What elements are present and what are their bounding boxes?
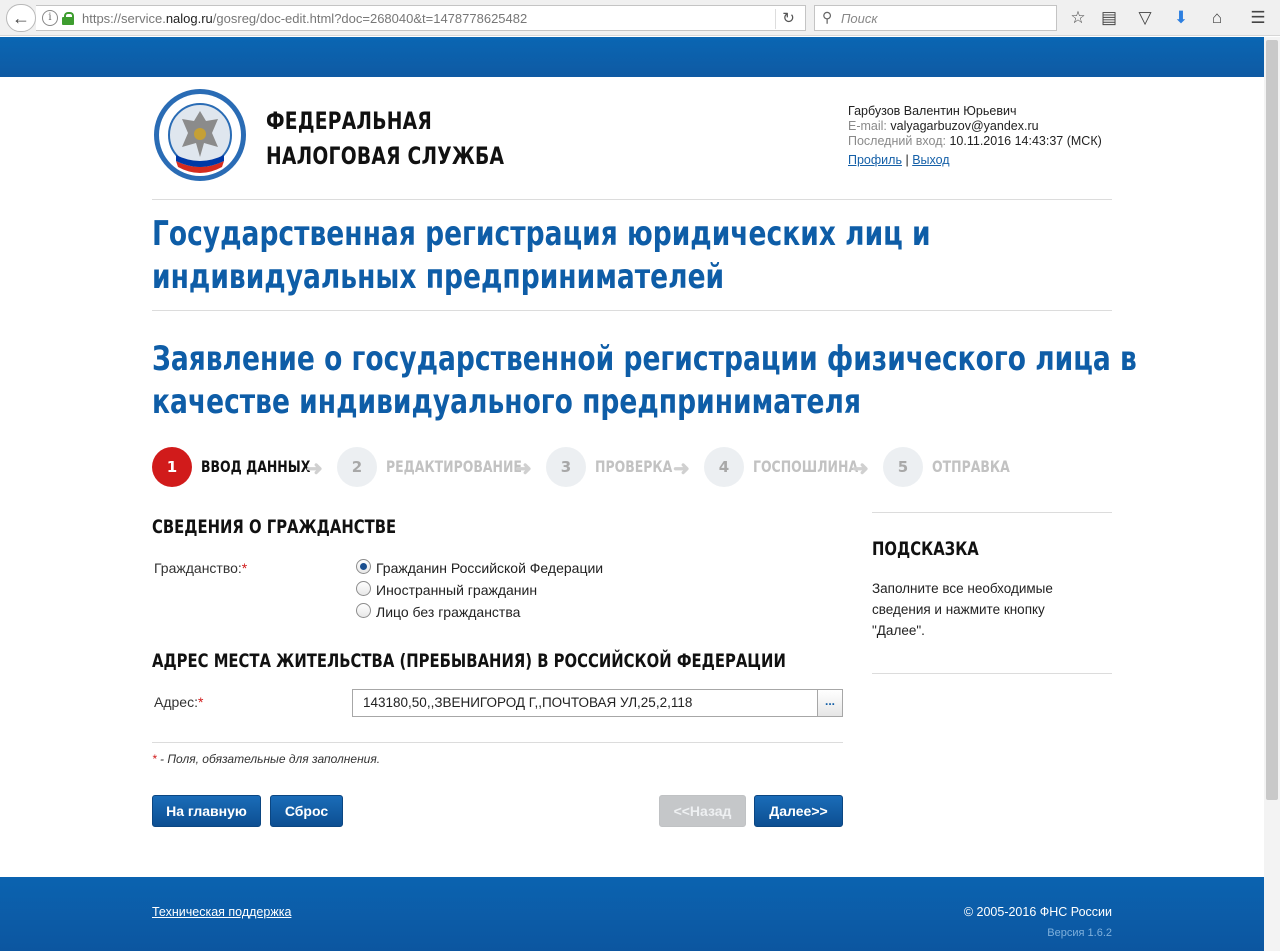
step-2-label: РЕДАКТИРОВАНИЕ [386, 457, 522, 476]
info-icon[interactable]: i [42, 10, 58, 26]
footer: Техническая поддержка © 2005-2016 ФНС Ро… [0, 877, 1264, 951]
hint-title: ПОДСКАЗКА [872, 538, 979, 560]
step-4-circle: 4 [704, 447, 744, 487]
address-bar[interactable]: i https://service.nalog.ru/gosreg/doc-ed… [36, 5, 806, 31]
browser-search-input[interactable]: ⚲ Поиск [814, 5, 1057, 31]
radio-label-foreign-citizen[interactable]: Иностранный гражданин [376, 582, 537, 598]
required-mark: * [197, 694, 204, 710]
form-title-line2: качестве индивидуального предпринимателя [152, 382, 861, 422]
citizenship-label-text: Гражданство: [154, 560, 242, 576]
step-1-label: ВВОД ДАННЫХ [201, 457, 311, 476]
fns-emblem-logo[interactable] [152, 87, 248, 183]
service-title: Государственная регистрация юридических … [152, 213, 931, 299]
step-4-label: ГОСПОШЛИНА [753, 457, 859, 476]
step-arrow-icon: ➜ [673, 458, 690, 480]
step-arrow-icon: ➜ [852, 458, 869, 480]
address-label-text: Адрес: [154, 694, 198, 710]
radio-label-russian-citizen[interactable]: Гражданин Российской Федерации [376, 560, 603, 576]
lock-icon[interactable] [62, 12, 74, 25]
link-separator: | [905, 153, 909, 167]
reload-icon[interactable]: ↻ [775, 9, 801, 29]
support-link[interactable]: Техническая поддержка [152, 905, 291, 919]
email-label: E-mail: [848, 119, 887, 133]
download-icon[interactable]: ⬇ [1170, 7, 1192, 29]
last-login-row: Последний вход: 10.11.2016 14:43:37 (МСК… [848, 134, 1102, 149]
version: Версия 1.6.2 [1047, 927, 1112, 939]
reset-button[interactable]: Сброс [270, 795, 343, 827]
scrollbar-thumb[interactable] [1266, 40, 1278, 800]
step-5-circle: 5 [883, 447, 923, 487]
profile-link[interactable]: Профиль [848, 153, 902, 167]
citizenship-label: Гражданство:* [154, 560, 247, 576]
logout-link[interactable]: Выход [912, 153, 949, 167]
service-title-line1: Государственная регистрация юридических … [152, 214, 931, 254]
required-note: * - Поля, обязательные для заполнения. [152, 752, 380, 766]
last-login-label: Последний вход: [848, 134, 946, 148]
step-3-label: ПРОВЕРКА [595, 457, 673, 476]
user-email-row: E-mail: valyagarbuzov@yandex.ru [848, 119, 1102, 134]
address-picker-button[interactable]: ... [817, 689, 843, 717]
user-links: Профиль | Выход [848, 153, 1102, 168]
next-button[interactable]: Далее>> [754, 795, 843, 827]
step-3-circle: 3 [546, 447, 586, 487]
home-button[interactable]: На главную [152, 795, 261, 827]
back-arrow-icon[interactable]: ← [6, 4, 36, 32]
radio-russian-citizen[interactable] [356, 559, 371, 574]
step-arrow-icon: ➜ [306, 458, 323, 480]
radio-foreign-citizen[interactable] [356, 581, 371, 596]
copyright: © 2005-2016 ФНС России [963, 905, 1112, 919]
radio-stateless[interactable] [356, 603, 371, 618]
browser-toolbar: ← i https://service.nalog.ru/gosreg/doc-… [0, 0, 1280, 36]
form-title: Заявление о государственной регистрации … [152, 338, 1137, 424]
required-mark: * [241, 560, 248, 576]
step-5-label: ОТПРАВКА [932, 457, 1010, 476]
search-icon: ⚲ [822, 9, 833, 25]
home-icon[interactable]: ⌂ [1206, 7, 1228, 29]
url-text[interactable]: https://service.nalog.ru/gosreg/doc-edit… [82, 11, 527, 26]
service-title-line2: индивидуальных предпринимателей [152, 257, 725, 297]
back-button[interactable]: <<Назад [659, 795, 746, 827]
divider [152, 742, 843, 743]
bookmark-star-icon[interactable]: ☆ [1067, 7, 1089, 29]
org-name-line2: НАЛОГОВАЯ СЛУЖБА [266, 142, 505, 170]
pocket-icon[interactable]: ▽ [1134, 7, 1156, 29]
address-input[interactable]: 143180,50,,ЗВЕНИГОРОД Г,,ПОЧТОВАЯ УЛ,25,… [352, 689, 817, 717]
radio-label-stateless[interactable]: Лицо без гражданства [376, 604, 520, 620]
user-panel: Гарбузов Валентин Юрьевич E-mail: valyag… [848, 104, 1102, 168]
required-note-text: - Поля, обязательные для заполнения. [156, 752, 381, 766]
address-section-title: АДРЕС МЕСТА ЖИТЕЛЬСТВА (ПРЕБЫВАНИЯ) В РО… [152, 650, 786, 672]
step-2-circle: 2 [337, 447, 377, 487]
step-arrow-icon: ➜ [515, 458, 532, 480]
citizenship-section-title: СВЕДЕНИЯ О ГРАЖДАНСТВЕ [152, 516, 397, 538]
address-label: Адрес:* [154, 694, 203, 710]
divider [152, 199, 1112, 200]
divider [152, 310, 1112, 311]
user-name: Гарбузов Валентин Юрьевич [848, 104, 1017, 118]
reader-list-icon[interactable]: ▤ [1098, 7, 1120, 29]
user-email: valyagarbuzov@yandex.ru [890, 119, 1039, 133]
hint-text: Заполните все необходимые сведения и наж… [872, 581, 1053, 638]
divider [872, 512, 1112, 513]
menu-icon[interactable]: ☰ [1247, 7, 1269, 29]
divider [872, 673, 1112, 674]
step-1-circle: 1 [152, 447, 192, 487]
top-band [0, 37, 1264, 77]
org-name: ФЕДЕРАЛЬНАЯ НАЛОГОВАЯ СЛУЖБА [266, 104, 531, 174]
form-title-line1: Заявление о государственной регистрации … [152, 339, 1137, 379]
search-placeholder: Поиск [841, 11, 878, 26]
last-login-value: 10.11.2016 14:43:37 (МСК) [949, 134, 1102, 148]
org-name-line1: ФЕДЕРАЛЬНАЯ [266, 107, 432, 135]
